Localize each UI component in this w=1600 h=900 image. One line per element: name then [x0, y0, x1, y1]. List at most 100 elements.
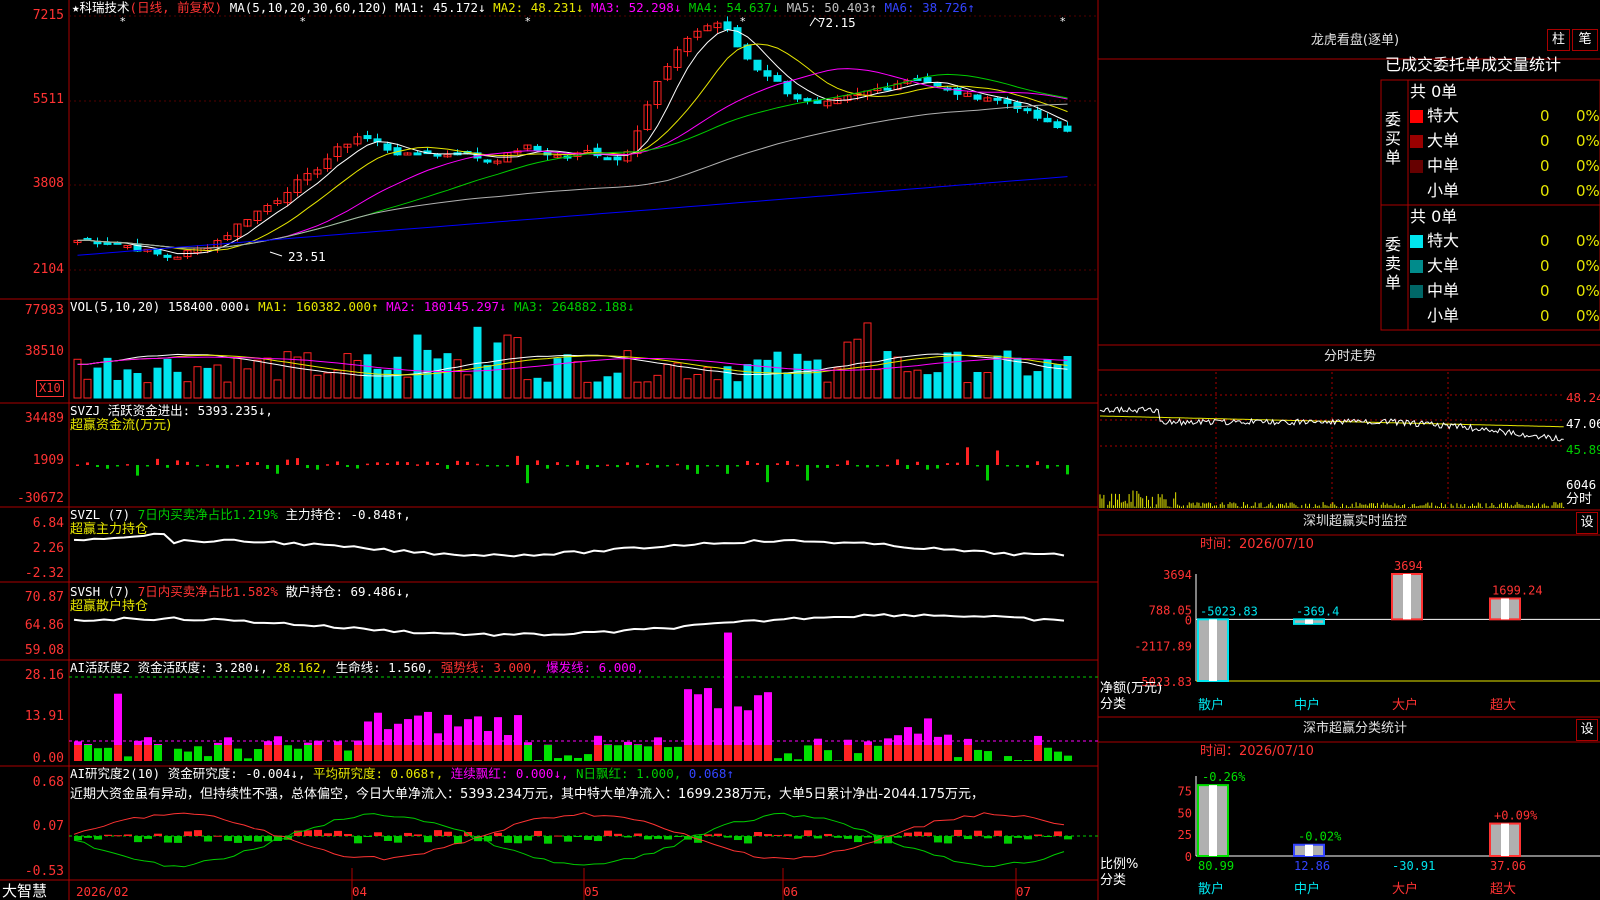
- ai2-header: AI活跃度2 资金活跃度: 3.280↓, 28.162, 生命线: 1.560…: [70, 660, 644, 675]
- svsh-y-tick: 70.87: [24, 590, 64, 605]
- adjust-mode[interactable]: (日线, 前复权): [130, 0, 223, 15]
- activity-base-bar: [904, 745, 912, 761]
- activity-base-bar: [704, 745, 712, 761]
- research-bar: [764, 834, 772, 836]
- money-flow-bar: [186, 461, 189, 465]
- research-bar: [494, 832, 502, 836]
- research-bar: [524, 836, 532, 841]
- research-bar: [234, 836, 242, 843]
- activity-base-bar: [644, 746, 652, 761]
- monitor-value-label: 3694: [1394, 559, 1423, 573]
- volume-bar: [723, 366, 732, 399]
- volume-bar: [73, 358, 82, 399]
- activity-base-bar: [94, 748, 102, 761]
- activity-hot-bar: [744, 710, 752, 745]
- activity-base-bar: [374, 745, 382, 761]
- sz-monitor-settings-button[interactable]: 设: [1576, 512, 1598, 534]
- volume-bar: [793, 353, 802, 399]
- sz-class-time: 时间：2026/07/10: [1200, 744, 1314, 759]
- svsh-prefix: SVSH (7): [70, 584, 131, 599]
- stock-name[interactable]: 科瑞技术: [80, 0, 130, 15]
- money-flow-bar: [176, 460, 179, 465]
- activity-hot-bar: [274, 736, 282, 745]
- ma4-value: MA4: 54.637↓: [688, 0, 780, 15]
- activity-hot-bar: [394, 723, 402, 745]
- research-bar: [154, 833, 162, 836]
- volume-bar: [853, 338, 862, 399]
- research-bar: [774, 834, 782, 836]
- volume-bar: [123, 369, 132, 399]
- money-flow-bar: [886, 464, 889, 467]
- activity-hot-bar: [724, 632, 732, 745]
- research-bar: [604, 830, 612, 836]
- activity-hot-bar: [914, 733, 922, 745]
- money-flow-bar: [536, 460, 539, 465]
- activity-hot-bar: [594, 735, 602, 745]
- money-flow-bar: [96, 465, 99, 468]
- money-flow-bar: [236, 464, 239, 467]
- monitor-bar-highlight: [1403, 574, 1411, 620]
- price-y-tick: 3808: [32, 176, 64, 191]
- tick-mode-button[interactable]: 笔: [1572, 29, 1598, 51]
- activity-hot-bar: [754, 695, 762, 745]
- volume-bar: [523, 379, 532, 399]
- volume-bar: [713, 379, 722, 399]
- money-flow-bar: [996, 450, 999, 465]
- ma5-line: [77, 103, 1068, 249]
- buy-total: 共 0单: [1410, 82, 1458, 101]
- activity-base-bar: [234, 748, 242, 761]
- ai2-y-tick: 13.91: [24, 709, 64, 724]
- svzl-title: 超赢主力持仓: [70, 522, 149, 537]
- research-bar: [314, 829, 322, 836]
- activity-hot-bar: [624, 741, 632, 745]
- money-flow-bar: [136, 465, 139, 476]
- research-bar: [854, 836, 862, 843]
- volume-bar: [303, 352, 312, 399]
- money-flow-bar: [956, 462, 959, 465]
- svzj-y-tick: 1909: [32, 453, 64, 468]
- money-flow-bar: [266, 465, 269, 469]
- low-price-label: 23.51: [288, 249, 326, 264]
- activity-hot-bar: [444, 714, 452, 745]
- volume-bar: [273, 379, 282, 399]
- activity-hot-bar: [524, 742, 532, 745]
- candle-body: [923, 77, 932, 83]
- activity-hot-bar: [424, 711, 432, 745]
- sz-class-settings-button[interactable]: 设: [1576, 719, 1598, 741]
- activity-base-bar: [344, 750, 352, 761]
- money-flow-bar: [846, 460, 849, 465]
- research-bar: [594, 836, 602, 842]
- candle-body: [163, 254, 172, 258]
- research-bar: [104, 834, 112, 836]
- monitor-y-tick: 0: [1185, 613, 1192, 627]
- candle-body: [993, 97, 1002, 101]
- money-flow-bar: [316, 465, 319, 470]
- price-header: ★科瑞技术(日线, 前复权) MA(5,10,20,30,60,120) MA1…: [72, 0, 975, 15]
- vol-params: VOL(5,10,20): [70, 299, 161, 314]
- monitor-bar-highlight: [1501, 598, 1509, 620]
- research-bar: [1064, 836, 1072, 840]
- research-bar: [664, 836, 672, 840]
- research-bar: [364, 836, 372, 837]
- money-flow-bar: [156, 458, 159, 465]
- money-flow-bar: [686, 465, 689, 470]
- activity-base-bar: [564, 755, 572, 761]
- volume-bar: [983, 372, 992, 399]
- volume-bar: [1013, 357, 1022, 399]
- activity-hot-bar: [604, 744, 612, 745]
- activity-base-bar: [974, 749, 982, 761]
- signal-star-icon: *: [740, 15, 746, 28]
- research-bar: [184, 831, 192, 836]
- ma3-value: MA3: 52.298↓: [590, 0, 682, 15]
- money-flow-bar: [926, 465, 929, 470]
- bar-mode-button[interactable]: 柱: [1547, 29, 1570, 51]
- activity-hot-bar: [704, 688, 712, 745]
- class-value-label: 12.86: [1294, 859, 1330, 873]
- volume-bar: [773, 351, 782, 399]
- sell-color-swatch: [1410, 260, 1423, 273]
- volume-bar: [163, 358, 172, 399]
- research-bar: [944, 836, 952, 844]
- ma2-line: [77, 43, 1068, 252]
- research-bar: [1034, 834, 1042, 836]
- activity-hot-bar: [314, 740, 322, 745]
